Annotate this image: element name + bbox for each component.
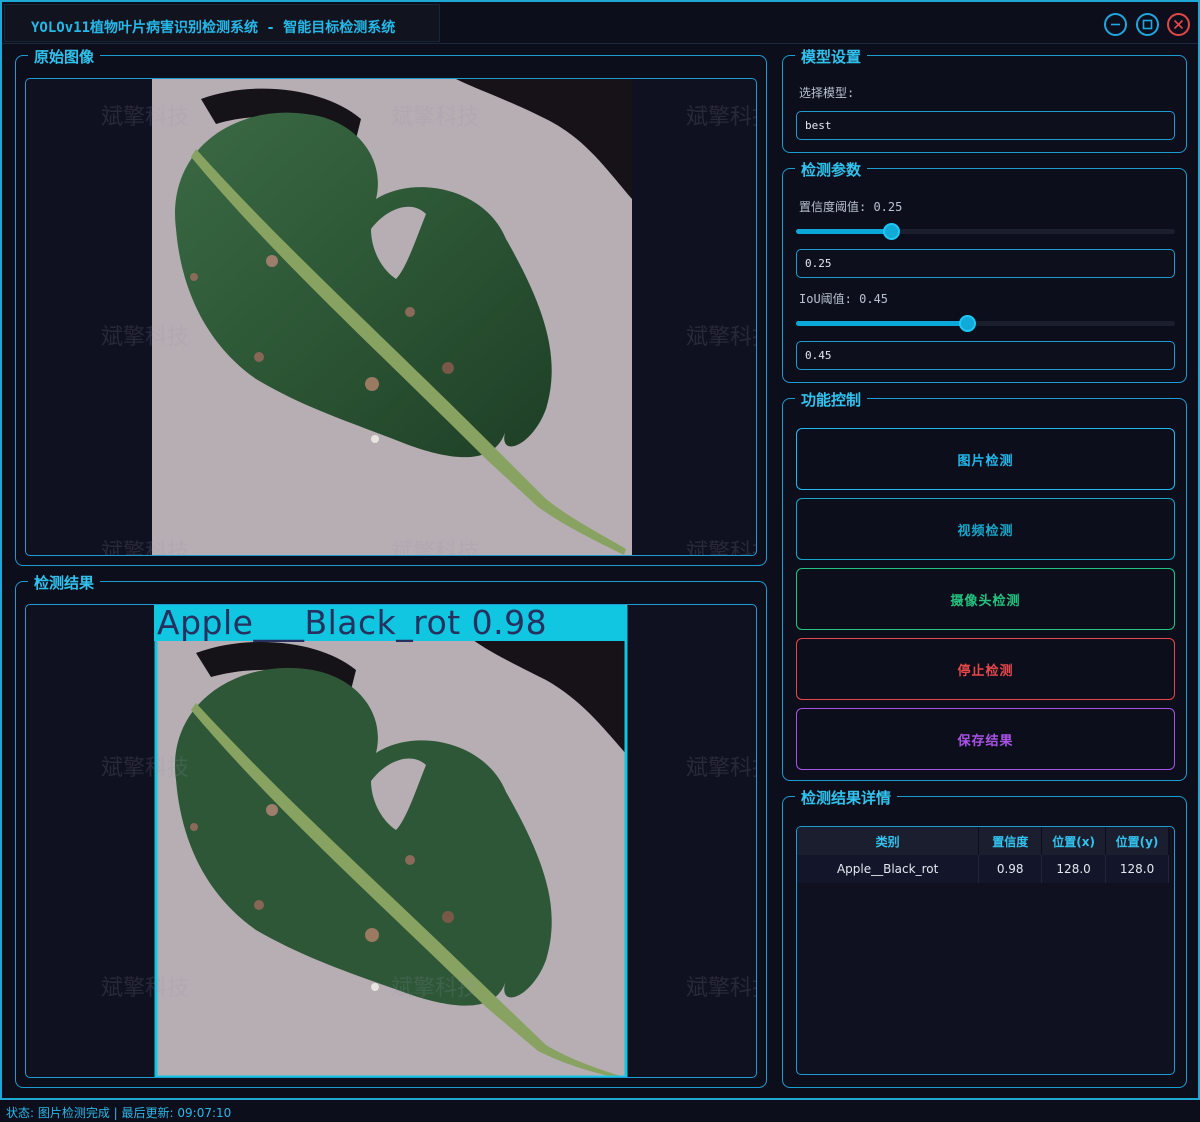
- video-detect-button[interactable]: 视频检测: [796, 498, 1175, 560]
- camera-detect-button[interactable]: 摄像头检测: [796, 568, 1175, 630]
- close-icon: [1173, 19, 1184, 30]
- results-table-frame: 类别 置信度 位置(x) 位置(y) Apple__Black_rot 0.98…: [796, 826, 1175, 1075]
- iou-slider[interactable]: [796, 315, 1175, 332]
- detection-result-panel: 检测结果 Apple___Black_rot 0.98 斌擎科技 斌擎科 斌擎科…: [15, 572, 767, 1088]
- detection-result-frame: Apple___Black_rot 0.98 斌擎科技 斌擎科技 斌擎科技 斌擎…: [25, 604, 757, 1078]
- function-control-title: 功能控制: [795, 389, 868, 410]
- confidence-slider-fill: [796, 229, 891, 234]
- select-model-label: 选择模型:: [799, 86, 855, 100]
- maximize-button[interactable]: [1136, 13, 1159, 36]
- original-leaf-image: [152, 79, 632, 555]
- image-detect-button[interactable]: 图片检测: [796, 428, 1175, 490]
- confidence-slider-handle[interactable]: [882, 223, 900, 240]
- original-image-frame: 斌擎科技 斌擎科技 斌擎科技 斌擎科技 斌擎科技 斌擎科技 斌擎科技 斌擎科技: [25, 78, 757, 556]
- minimize-icon: [1111, 23, 1120, 26]
- column-header-confidence[interactable]: 置信度: [978, 827, 1043, 855]
- table-cell-confidence: 0.98: [978, 855, 1043, 883]
- minimize-button[interactable]: [1104, 13, 1127, 36]
- maximize-icon: [1142, 19, 1153, 30]
- title-tab: YOLOv11植物叶片病害识别检测系统 - 智能目标检测系统: [4, 4, 440, 42]
- detection-label: Apple___Black_rot 0.98: [157, 604, 548, 642]
- detection-params-title: 检测参数: [795, 159, 868, 180]
- column-header-position-x[interactable]: 位置(x): [1041, 827, 1107, 855]
- function-control-panel: 功能控制 图片检测 视频检测 摄像头检测 停止检测 保存结果: [782, 389, 1187, 781]
- iou-slider-handle[interactable]: [958, 315, 976, 332]
- model-settings-panel: 模型设置 选择模型: best: [782, 46, 1187, 153]
- iou-slider-fill: [796, 321, 967, 326]
- model-select[interactable]: best: [796, 111, 1175, 140]
- model-settings-title: 模型设置: [795, 46, 868, 67]
- stop-detect-button[interactable]: 停止检测: [796, 638, 1175, 700]
- detection-details-title: 检测结果详情: [795, 787, 898, 808]
- window-title: YOLOv11植物叶片病害识别检测系统 - 智能目标检测系统: [31, 20, 396, 36]
- iou-threshold-label: IoU阈值: 0.45: [799, 292, 889, 306]
- detection-params-panel: 检测参数 置信度阈值: 0.25 0.25 IoU阈值: 0.45 0.45: [782, 159, 1187, 383]
- original-image-title: 原始图像: [28, 46, 101, 67]
- confidence-slider[interactable]: [796, 223, 1175, 240]
- results-table-header: 类别 置信度 位置(x) 位置(y): [797, 827, 1169, 855]
- detection-leaf-image: [154, 605, 628, 1077]
- original-image-panel: 原始图像 斌擎科技 斌擎科 斌擎科技 斌擎科 斌擎科技 斌擎科: [15, 46, 767, 566]
- iou-input[interactable]: 0.45: [796, 341, 1175, 370]
- table-cell-position-x: 128.0: [1041, 855, 1107, 883]
- title-bar: YOLOv11植物叶片病害识别检测系统 - 智能目标检测系统: [2, 2, 1198, 44]
- confidence-threshold-label: 置信度阈值: 0.25: [799, 200, 903, 214]
- status-bar: 状态: 图片检测完成 | 最后更新: 09:07:10: [0, 1101, 1200, 1122]
- confidence-input[interactable]: 0.25: [796, 249, 1175, 278]
- results-table: 类别 置信度 位置(x) 位置(y) Apple__Black_rot 0.98…: [797, 827, 1169, 883]
- detection-details-panel: 检测结果详情 类别 置信度 位置(x) 位置(y) Apple__Black_r…: [782, 787, 1187, 1088]
- save-results-button[interactable]: 保存结果: [796, 708, 1175, 770]
- column-header-position-y[interactable]: 位置(y): [1105, 827, 1169, 855]
- main-window: YOLOv11植物叶片病害识别检测系统 - 智能目标检测系统 原始图像 斌擎科技…: [0, 0, 1200, 1100]
- table-cell-class: Apple__Black_rot: [797, 855, 980, 883]
- close-button[interactable]: [1167, 13, 1190, 36]
- table-cell-position-y: 128.0: [1105, 855, 1169, 883]
- column-header-class[interactable]: 类别: [797, 827, 980, 855]
- detection-result-title: 检测结果: [28, 572, 101, 593]
- table-row[interactable]: Apple__Black_rot 0.98 128.0 128.0: [797, 855, 1169, 883]
